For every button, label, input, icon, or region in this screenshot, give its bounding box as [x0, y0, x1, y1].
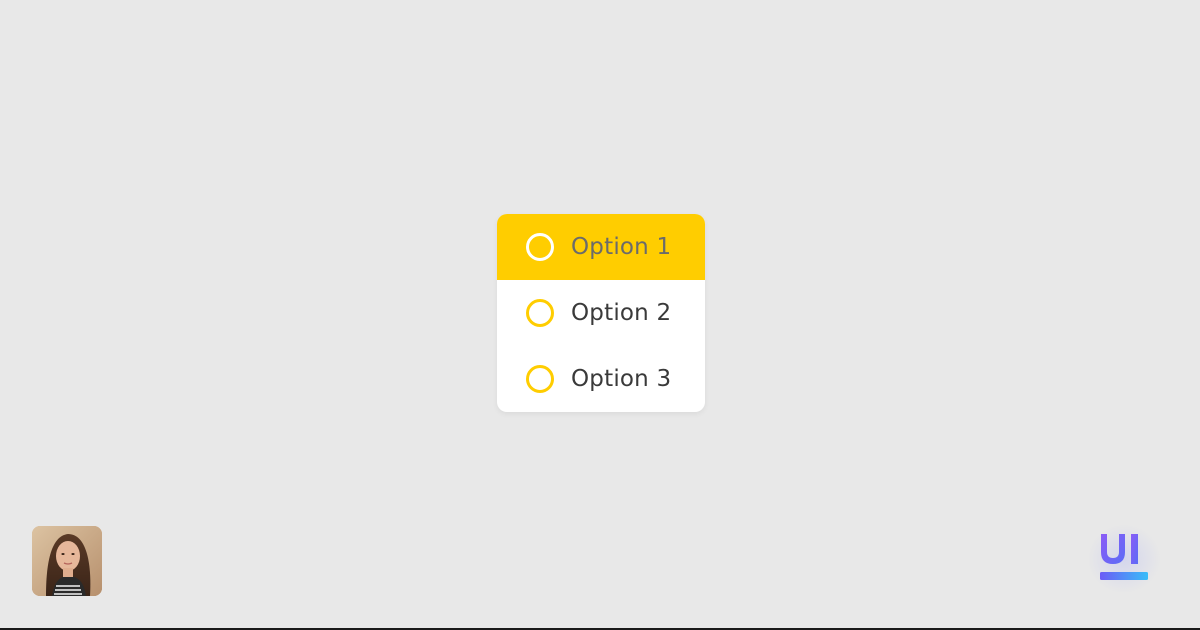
ui-logo[interactable] — [1087, 524, 1161, 594]
radio-option-3[interactable]: Option 3 — [497, 346, 705, 412]
author-avatar[interactable] — [32, 526, 102, 596]
radio-option-label: Option 3 — [571, 366, 672, 392]
radio-circle-icon[interactable] — [526, 365, 554, 393]
radio-circle-icon[interactable] — [526, 299, 554, 327]
radio-circle-icon[interactable] — [526, 233, 554, 261]
page-canvas: Option 1 Option 2 Option 3 — [0, 0, 1200, 630]
radio-group-card: Option 1 Option 2 Option 3 — [497, 214, 705, 412]
radio-option-label: Option 2 — [571, 300, 672, 326]
ui-logo-icon — [1100, 534, 1148, 580]
avatar-portrait-icon — [32, 526, 102, 596]
radio-option-label: Option 1 — [571, 234, 672, 260]
radio-option-1[interactable]: Option 1 — [497, 214, 705, 280]
radio-option-2[interactable]: Option 2 — [497, 280, 705, 346]
